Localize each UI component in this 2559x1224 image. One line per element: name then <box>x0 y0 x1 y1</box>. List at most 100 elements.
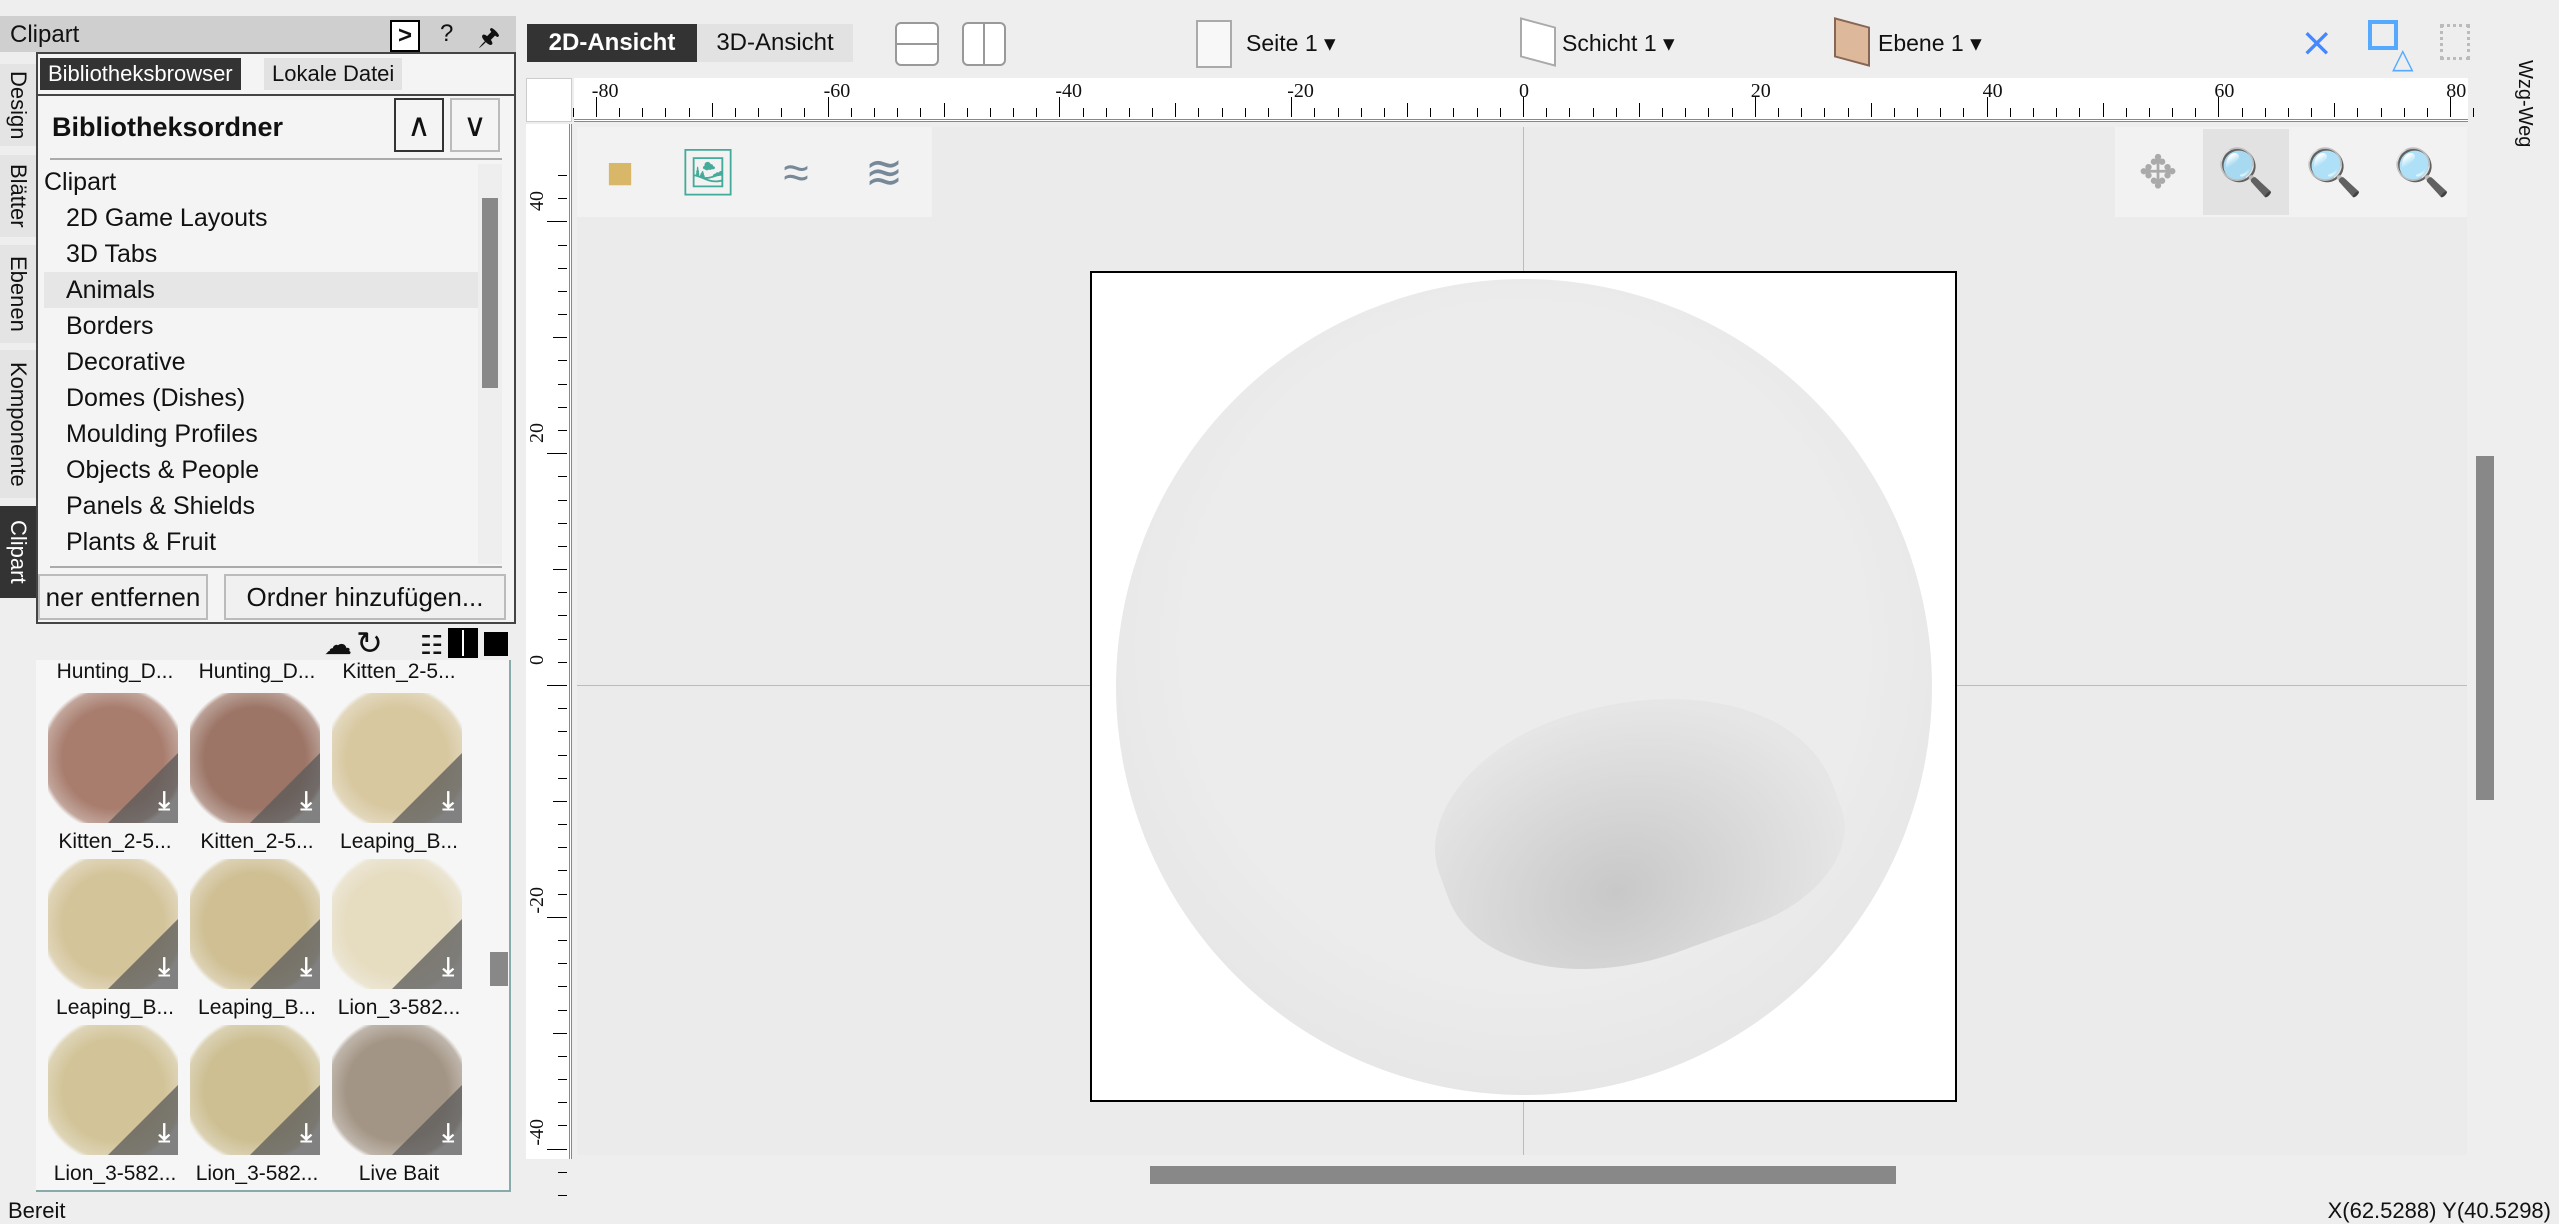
clipart-thumbnail[interactable]: ⤓ <box>190 693 320 823</box>
folder-item[interactable]: Plants & Fruit <box>44 524 484 560</box>
download-icon[interactable]: ⤓ <box>159 951 171 983</box>
remove-folder-button[interactable]: ner entfernen <box>38 574 208 620</box>
large-grid-icon[interactable] <box>484 632 508 656</box>
ruler-tick <box>558 1171 567 1173</box>
ruler-tick <box>558 777 567 779</box>
download-icon[interactable]: ⤓ <box>301 1117 313 1149</box>
side-tab-design[interactable]: Design <box>0 64 36 146</box>
vertical-scrollbar[interactable] <box>2476 456 2494 800</box>
add-folder-button[interactable]: Ordner hinzufügen... <box>224 574 506 620</box>
ruler-corner[interactable] <box>526 78 572 122</box>
grid-scrollbar-thumb[interactable] <box>490 952 508 986</box>
wave-icon[interactable]: ≈ <box>753 129 839 215</box>
download-icon[interactable]: ⤓ <box>301 785 313 817</box>
side-tab-blaetter[interactable]: Blätter <box>0 155 36 237</box>
ruler-tick <box>1963 108 1965 117</box>
move-up-button[interactable]: ∧ <box>394 98 444 152</box>
folder-item[interactable]: Moulding Profiles <box>44 416 484 452</box>
ruler-label: -40 <box>526 1118 548 1146</box>
ruler-tick <box>1152 108 1154 117</box>
zoom-selection-icon[interactable]: 🔍 <box>2379 129 2465 215</box>
3d-model-icon[interactable]: ■ <box>577 129 663 215</box>
side-tab-ebenen[interactable]: Ebenen <box>0 245 36 343</box>
sheet-dropdown[interactable]: Schicht 1 ▾ <box>1562 30 1675 57</box>
ruler-tick <box>2403 108 2405 117</box>
folder-item[interactable]: Decorative <box>44 344 484 380</box>
refresh-icon[interactable]: ↻ <box>356 624 383 662</box>
ruler-tick <box>558 406 567 408</box>
folder-item[interactable]: 3D Tabs <box>44 236 484 272</box>
horizontal-scrollbar[interactable] <box>1150 1166 1896 1184</box>
ruler-label: 40 <box>526 191 548 212</box>
clipart-thumbnail[interactable]: ⤓ <box>332 1025 462 1155</box>
page-dropdown[interactable]: Seite 1 ▾ <box>1246 30 1336 57</box>
medium-grid-icon[interactable] <box>448 628 478 658</box>
tab-2d-view[interactable]: 2D-Ansicht <box>527 24 697 62</box>
clipart-thumbnail[interactable]: ⤓ <box>190 859 320 989</box>
small-grid-icon[interactable]: ☷ <box>420 630 443 661</box>
folder-scrollbar[interactable] <box>478 164 502 564</box>
ruler-tick <box>558 870 567 872</box>
pan-icon[interactable]: ✥ <box>2115 129 2201 215</box>
ruler-tick <box>2009 108 2011 117</box>
split-vertical-icon[interactable] <box>962 22 1006 66</box>
split-horizontal-icon[interactable] <box>895 22 939 66</box>
right-tab-toolpath[interactable]: Wzg-Weg <box>2510 60 2536 160</box>
status-text: Bereit <box>8 1198 66 1223</box>
ruler-tick <box>1407 103 1409 117</box>
ruler-tick <box>547 685 567 686</box>
ruler-tick <box>558 731 567 733</box>
clipart-grid: Hunting_D... Hunting_D... Kitten_2-5... ⤓ Ki… <box>36 660 511 1192</box>
download-icon[interactable]: ⤓ <box>443 951 455 983</box>
download-icon[interactable]: ⤓ <box>159 785 171 817</box>
folder-item[interactable]: Objects & People <box>44 452 484 488</box>
canvas-toolbar: ■ 🖼 ≈ ≋ <box>577 127 932 217</box>
ruler-tick <box>1731 108 1733 117</box>
tab-3d-view[interactable]: 3D-Ansicht <box>697 24 853 62</box>
move-down-button[interactable]: ∨ <box>450 98 500 152</box>
tab-library-browser[interactable]: Bibliotheksbrowser <box>40 58 241 90</box>
download-icon[interactable]: ⤓ <box>159 1117 171 1149</box>
folder-item[interactable]: Panels & Shields <box>44 488 484 524</box>
download-icon[interactable]: ⤓ <box>443 785 455 817</box>
collapse-icon[interactable]: > <box>390 20 421 52</box>
ruler-tick <box>2056 108 2058 117</box>
cloud-icon[interactable]: ☁ <box>324 628 352 661</box>
wave-pattern-icon[interactable]: ≋ <box>841 129 927 215</box>
drawing-canvas[interactable]: ■ 🖼 ≈ ≋ ✥ 🔍 🔍 🔍 <box>577 127 2467 1155</box>
folder-item[interactable]: 2D Game Layouts <box>44 200 484 236</box>
snap-grid-icon[interactable] <box>2440 24 2470 60</box>
side-tab-clipart[interactable]: Clipart <box>0 506 36 598</box>
download-icon[interactable]: ⤓ <box>443 1117 455 1149</box>
ruler-tick <box>850 108 852 117</box>
folder-item[interactable]: Animals <box>44 272 484 308</box>
clipart-thumbnail[interactable]: ⤓ <box>48 1025 178 1155</box>
folder-item[interactable]: Clipart <box>44 164 484 200</box>
ruler-tick <box>558 545 567 547</box>
clipart-thumbnail[interactable]: ⤓ <box>48 693 178 823</box>
zoom-box-icon[interactable]: 🔍 <box>2203 129 2289 215</box>
clipart-thumbnail[interactable]: ⤓ <box>332 859 462 989</box>
ruler-tick <box>781 108 783 117</box>
level-dropdown[interactable]: Ebene 1 ▾ <box>1878 30 1982 57</box>
image-icon[interactable]: 🖼 <box>665 129 751 215</box>
ruler-tick <box>2079 108 2081 117</box>
snap-curve-icon[interactable]: ⨯ <box>2300 20 2334 66</box>
ruler-tick <box>553 1032 567 1034</box>
ruler-tick <box>558 267 567 269</box>
sheet-icon <box>1520 17 1556 67</box>
ruler-tick <box>558 290 567 292</box>
folder-item[interactable]: Domes (Dishes) <box>44 380 484 416</box>
ruler-tick <box>1847 108 1849 117</box>
ruler-tick <box>2102 103 2104 117</box>
tab-local-file[interactable]: Lokale Datei <box>264 58 403 90</box>
clipart-thumbnail[interactable]: ⤓ <box>190 1025 320 1155</box>
zoom-page-icon[interactable]: 🔍 <box>2291 129 2377 215</box>
clipart-thumbnail[interactable]: ⤓ <box>48 859 178 989</box>
side-tab-komponente[interactable]: Komponente <box>0 350 36 498</box>
help-icon[interactable]: ? <box>440 20 453 48</box>
download-icon[interactable]: ⤓ <box>301 951 313 983</box>
folder-item[interactable]: Borders <box>44 308 484 344</box>
ruler-tick <box>1917 108 1919 117</box>
clipart-thumbnail[interactable]: ⤓ <box>332 693 462 823</box>
